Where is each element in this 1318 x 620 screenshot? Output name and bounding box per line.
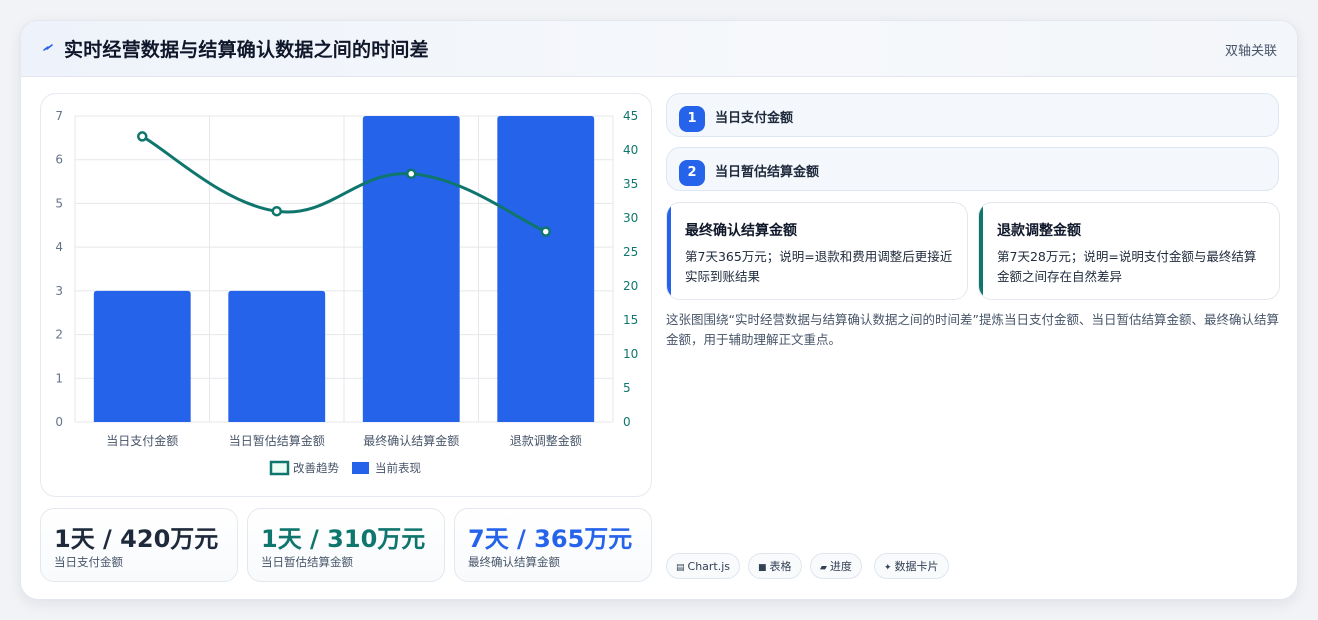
chip-label: 数据卡片 (894, 560, 939, 573)
right-axis-tick-label: 0 (623, 415, 631, 429)
right-axis-tick-label: 45 (623, 109, 638, 123)
right-axis-tick-label: 5 (623, 381, 631, 395)
info-card-title: 退款调整金额 (997, 223, 1081, 239)
trend-point-当日支付金额 (137, 131, 148, 142)
stat-card-payment: 1天 / 420万元 当日支付金额 (40, 508, 238, 582)
left-axis-tick-label: 7 (55, 109, 63, 123)
chart-description: 这张图围绕“实时经营数据与结算确认数据之间的时间差”提炼当日支付金额、当日暂估结… (666, 312, 1279, 347)
dual-axis-tag: 双轴关联 (1224, 44, 1277, 59)
bar-当日暂估结算金额 (228, 290, 326, 422)
right-axis-tick-label: 25 (623, 245, 638, 259)
stat-card-final: 7天 / 365万元 最终确认结算金额 (454, 508, 652, 582)
right-axis-tick-label: 40 (623, 143, 638, 157)
step-item-2: 2 当日暂估结算金额 (666, 147, 1279, 191)
left-axis-tick-label: 6 (55, 153, 63, 167)
info-card-refund-adjust: 退款调整金额 第7天28万元；说明=说明支付金额与最终结算金额之间存在自然差异 (978, 202, 1280, 300)
combo-chart: 01234567051015202530354045当日支付金额 当日暂估结算金额… (55, 109, 638, 476)
right-axis-tick-label: 10 (623, 347, 638, 361)
left-axis-tick-label: 0 (55, 415, 63, 429)
main-card: 实时经营数据与结算确认数据之间的时间差 双轴关联 0 1 2 3 4 5 6 7 0 5 10 15 2… (20, 20, 1298, 600)
bar-当日支付金额 (93, 290, 191, 422)
x-axis-tick-label: 当日暂估结算金额 (229, 433, 325, 448)
step-number-badge: 2 (679, 160, 705, 186)
step-number-badge: 1 (679, 106, 705, 132)
stat-card-estimate: 1天 / 310万元 当日暂估结算金额 (247, 508, 445, 582)
bar-退款调整金额 (497, 116, 595, 422)
chip-progress[interactable]: ▰ 进度 (810, 553, 862, 579)
stat-label: 当日支付金额 (54, 555, 123, 569)
x-axis-tick-label: 最终确认结算金额 (363, 433, 459, 448)
legend-swatch-current (352, 462, 369, 474)
page-title: 实时经营数据与结算确认数据之间的时间差 (64, 39, 429, 61)
trend-point-最终确认结算金额 (406, 168, 417, 180)
sparkle-icon: ✦ (884, 563, 892, 573)
chip-label: 表格 (769, 560, 792, 573)
right-axis-tick-label: 30 (623, 211, 638, 225)
accent-bar (667, 203, 671, 299)
step-label: 当日支付金额 (715, 111, 794, 126)
table-icon: ■ (758, 563, 767, 573)
progress-icon: ▰ (820, 563, 827, 573)
left-axis-tick-label: 4 (55, 240, 63, 254)
left-axis-tick-label: 1 (55, 371, 63, 385)
x-axis-tick-label: 当日支付金额 (106, 433, 178, 448)
legend-label-trend: 改善趋势 (293, 461, 339, 475)
chip-label: Chart.js (687, 560, 731, 573)
chip-table[interactable]: ■ 表格 (748, 553, 802, 579)
info-card-title: 最终确认结算金额 (685, 223, 797, 239)
trend-point-退款调整金额 (540, 226, 551, 237)
lightning-icon (43, 44, 53, 51)
left-axis-tick-label: 5 (55, 196, 63, 210)
left-axis-tick-label: 3 (55, 284, 63, 298)
bar-最终确认结算金额 (362, 116, 460, 422)
right-axis-tick-label: 35 (623, 177, 638, 191)
right-axis-tick-label: 15 (623, 313, 638, 327)
stat-label: 当日暂估结算金额 (261, 555, 353, 569)
chip-chartjs[interactable]: ▤ Chart.js (666, 553, 741, 579)
left-axis-tick-label: 2 (55, 328, 63, 342)
x-axis-tick-label: 退款调整金额 (510, 433, 582, 448)
chart-panel: 0 1 2 3 4 5 6 7 0 5 10 15 20 25 30 35 40 45 当日支付金额 当日暂估结算金额… (40, 93, 652, 497)
card-header: 实时经营数据与结算确认数据之间的时间差 双轴关联 (21, 21, 1297, 77)
legend-swatch-trend (269, 460, 290, 476)
step-label: 当日暂估结算金额 (715, 165, 820, 180)
stat-value: 7天 / 365万元 (468, 525, 633, 553)
info-card-final-settlement: 最终确认结算金额 第7天365万元；说明=退款和费用调整后更接近实际到账结果 (666, 202, 968, 300)
info-card-desc: 第7天28万元；说明=说明支付金额与最终结算金额之间存在自然差异 (997, 249, 1257, 284)
right-axis-tick-label: 20 (623, 279, 638, 293)
chip-label: 进度 (829, 560, 852, 573)
chart-icon: ▤ (676, 563, 685, 573)
info-card-desc: 第7天365万元；说明=退款和费用调整后更接近实际到账结果 (685, 249, 953, 284)
stat-label: 最终确认结算金额 (468, 555, 560, 569)
chip-data-cards[interactable]: ✦ 数据卡片 (874, 553, 949, 579)
stat-value: 1天 / 420万元 (54, 525, 219, 553)
legend-label-current: 当前表现 (375, 461, 421, 475)
accent-bar (979, 203, 983, 299)
stat-value: 1天 / 310万元 (261, 525, 426, 553)
trend-point-当日暂估结算金额 (271, 205, 282, 217)
step-item-1: 1 当日支付金额 (666, 93, 1279, 137)
